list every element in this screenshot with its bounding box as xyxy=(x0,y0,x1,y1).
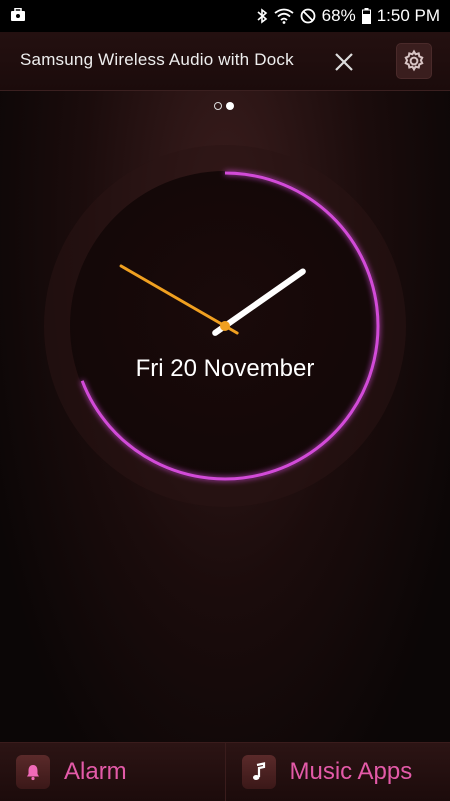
music-apps-button[interactable]: Music Apps xyxy=(225,743,450,801)
battery-icon xyxy=(362,8,371,24)
page-dot-active[interactable] xyxy=(226,102,234,110)
settings-button[interactable] xyxy=(396,43,432,79)
header: Samsung Wireless Audio with Dock xyxy=(0,32,450,91)
alarm-label: Alarm xyxy=(64,758,127,786)
gear-icon xyxy=(402,49,426,73)
close-icon xyxy=(330,48,358,76)
analog-clock xyxy=(44,145,406,507)
clock-face xyxy=(44,145,406,507)
clock-center-pin xyxy=(220,321,230,331)
alarm-button[interactable]: Alarm xyxy=(0,743,225,801)
close-button[interactable] xyxy=(330,48,358,76)
page-indicator xyxy=(214,102,234,110)
clock-date: Fri 20 November xyxy=(0,355,450,383)
wifi-icon xyxy=(274,8,294,24)
status-time: 1:50 PM xyxy=(377,6,440,26)
notification-briefcase-icon xyxy=(10,8,26,22)
page-dot[interactable] xyxy=(214,102,222,110)
battery-percent: 68% xyxy=(322,6,356,26)
app-title: Samsung Wireless Audio with Dock xyxy=(20,50,294,70)
music-apps-label: Music Apps xyxy=(290,758,413,786)
do-not-disturb-icon xyxy=(300,8,316,24)
bottom-bar: Alarm Music Apps xyxy=(0,742,450,801)
status-bar: 68% 1:50 PM xyxy=(0,0,450,32)
bluetooth-icon xyxy=(256,8,268,24)
music-note-icon xyxy=(242,755,276,789)
bell-icon xyxy=(16,755,50,789)
